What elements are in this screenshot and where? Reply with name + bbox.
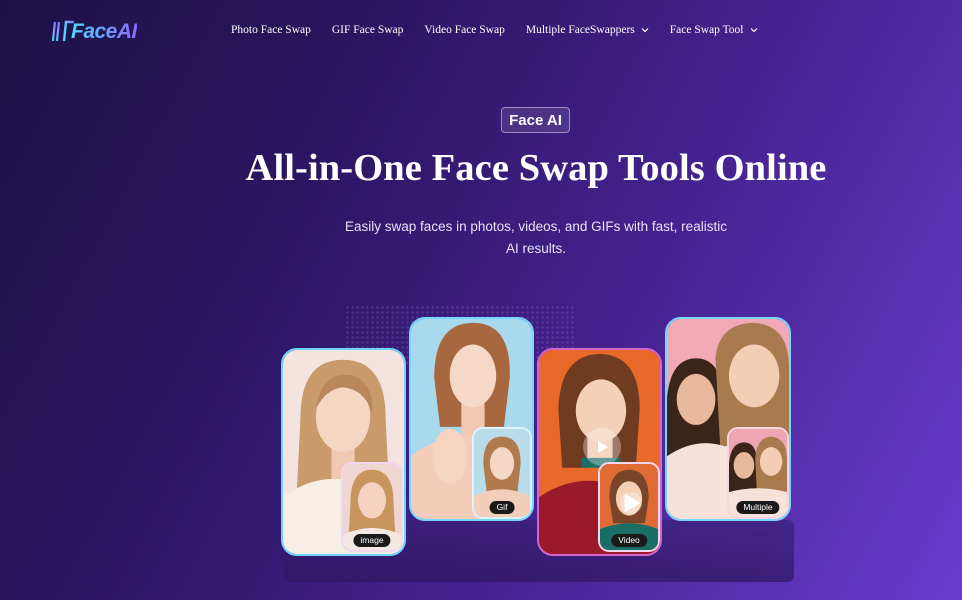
nav-label: Face Swap Tool bbox=[669, 24, 744, 36]
brand-logo[interactable]: FaceAI bbox=[52, 18, 137, 46]
play-icon bbox=[624, 493, 641, 513]
gif-badge: Gif bbox=[489, 501, 515, 514]
nav-multiple-faceswappers[interactable]: Multiple FaceSwappers bbox=[526, 24, 649, 36]
nav-label: GIF Face Swap bbox=[331, 24, 404, 36]
nav-label: Photo Face Swap bbox=[231, 24, 311, 36]
play-button[interactable] bbox=[583, 428, 621, 466]
chevron-down-icon bbox=[641, 28, 649, 33]
chevron-down-icon bbox=[750, 28, 757, 33]
image-face-swap-card[interactable]: image bbox=[281, 348, 406, 556]
video-thumbnail: Video bbox=[598, 462, 660, 552]
gif-face-swap-card[interactable]: Gif bbox=[409, 317, 534, 521]
nav-label: Video Face Swap bbox=[424, 24, 505, 36]
multiple-face-swap-card[interactable]: Multiple bbox=[665, 317, 791, 521]
hero-title: All-in-One Face Swap Tools Online bbox=[245, 147, 827, 189]
nav-face-swap-tool[interactable]: Face Swap Tool bbox=[670, 24, 758, 36]
play-icon bbox=[598, 441, 608, 453]
nav-photo-face-swap[interactable]: Photo Face Swap bbox=[231, 24, 311, 36]
gif-thumbnail: Gif bbox=[472, 427, 532, 519]
image-thumbnail: image bbox=[341, 462, 403, 552]
play-button[interactable] bbox=[620, 492, 642, 514]
nav-gif-face-swap[interactable]: GIF Face Swap bbox=[332, 24, 404, 36]
hero-tag: Face AI bbox=[501, 107, 570, 133]
hero-subtitle: Easily swap faces in photos, videos, and… bbox=[345, 219, 727, 256]
main-nav: Photo Face Swap GIF Face Swap Video Face… bbox=[231, 24, 779, 36]
video-badge: Video bbox=[611, 534, 647, 547]
site-header: FaceAI Photo Face Swap GIF Face Swap Vid… bbox=[0, 0, 962, 64]
nav-video-face-swap[interactable]: Video Face Swap bbox=[424, 24, 504, 36]
multiple-badge: Multiple bbox=[736, 501, 780, 514]
brand-name: FaceAI bbox=[71, 20, 137, 43]
image-badge: image bbox=[353, 534, 391, 547]
nav-label: Multiple FaceSwappers bbox=[525, 24, 635, 36]
video-face-swap-card[interactable]: Video bbox=[537, 348, 662, 556]
multiple-thumbnail: Multiple bbox=[727, 427, 789, 519]
